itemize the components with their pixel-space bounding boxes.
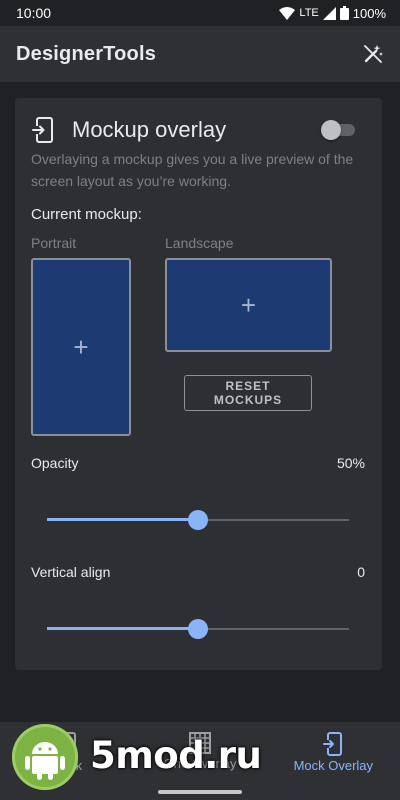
opacity-value: 50% (336, 455, 365, 471)
signal-icon (322, 6, 336, 20)
status-time: 10:00 (16, 5, 52, 21)
slider-thumb[interactable] (188, 619, 208, 639)
opacity-label: Opacity (31, 455, 79, 471)
portrait-mockup-add[interactable]: + (31, 258, 131, 436)
add-portrait-icon: + (73, 332, 89, 362)
mockup-overlay-card: Mockup overlay Overlaying a mockup gives… (15, 98, 382, 670)
slider-fill (47, 518, 198, 521)
reset-mockups-button[interactable]: RESET MOCKUPS (184, 375, 312, 411)
gesture-navigation-bar[interactable] (158, 790, 242, 794)
vertical-align-label: Vertical align (31, 564, 111, 580)
status-bar: 10:00 LTE 100% (0, 0, 400, 26)
vertical-align-value: 0 (357, 564, 365, 580)
status-icons: LTE 100% (279, 6, 386, 21)
opacity-slider[interactable] (47, 510, 349, 530)
network-type: LTE (299, 7, 319, 19)
app-title: DesignerTools (16, 42, 157, 65)
add-landscape-icon: + (240, 290, 257, 320)
vertical-align-slider[interactable] (47, 619, 349, 639)
nav-item-mock[interactable]: Mock (0, 722, 133, 800)
nav-item-mock-overlay[interactable]: Mock Overlay (267, 722, 400, 800)
toggle-thumb (321, 120, 341, 140)
slider-thumb[interactable] (188, 510, 208, 530)
grid-icon (188, 732, 211, 754)
mockup-overlay-toggle[interactable] (321, 118, 355, 142)
app-bar: DesignerTools (0, 26, 400, 82)
nav-label: Mock Overlay (293, 758, 374, 773)
magic-wand-off-icon[interactable] (362, 43, 384, 65)
battery-icon (339, 6, 349, 20)
nav-item-grid-overlay[interactable]: Grid Overlay (133, 722, 266, 800)
mockup-overlay-icon (32, 117, 53, 143)
landscape-mockup-add[interactable]: + (165, 258, 332, 352)
mock-overlay-icon (323, 732, 343, 756)
nav-label: Grid Overlay (163, 756, 237, 771)
bottom-navigation: Mock Grid Overlay Mock Overlay (0, 722, 400, 800)
landscape-label: Landscape (165, 235, 234, 251)
battery-percent: 100% (352, 5, 386, 21)
card-header: Mockup overlay (32, 114, 365, 146)
slider-fill (47, 627, 198, 630)
portrait-label: Portrait (31, 235, 77, 251)
mock-icon (57, 732, 76, 756)
card-title: Mockup overlay (72, 117, 227, 142)
current-mockup-label: Current mockup: (31, 206, 142, 223)
nav-label: Mock (51, 758, 83, 773)
wifi-icon (279, 6, 296, 20)
card-description: Overlaying a mockup gives you a live pre… (31, 151, 354, 189)
